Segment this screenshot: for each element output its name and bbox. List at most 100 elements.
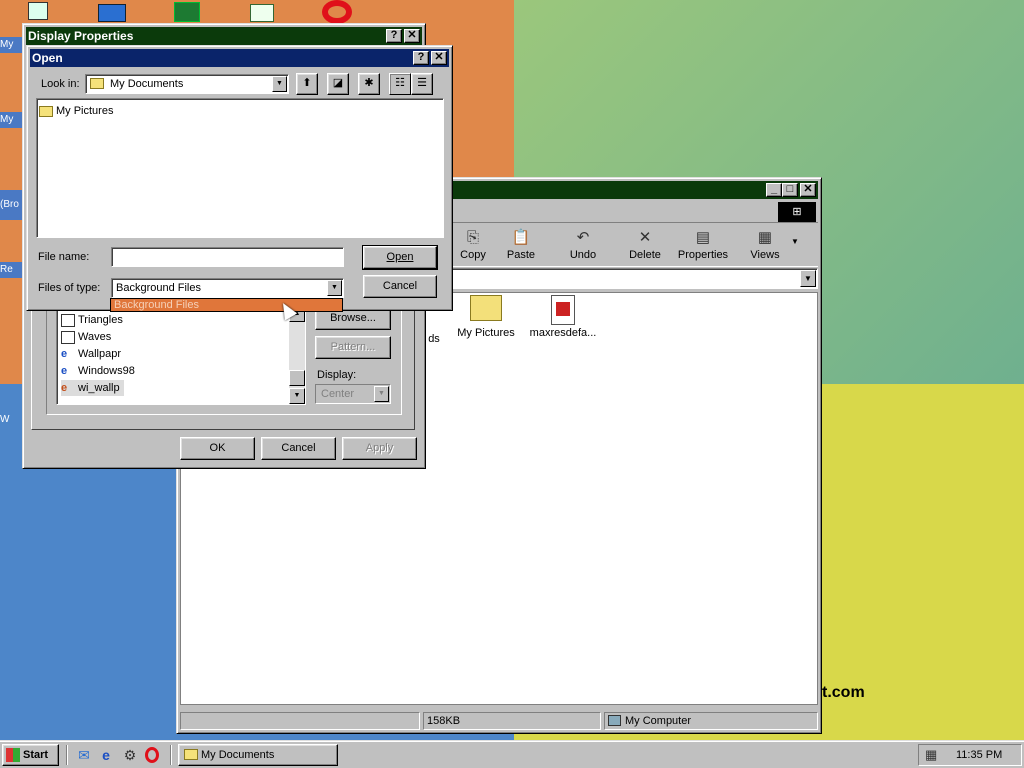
- wallpaper-list-item[interactable]: e Windows98: [61, 363, 135, 379]
- display-label: Display:: [317, 369, 357, 381]
- windows-logo-icon: ⊞: [778, 202, 816, 222]
- undo-label: Undo: [569, 249, 597, 261]
- paste-icon: 📋: [511, 229, 531, 246]
- desktop-icon-2[interactable]: (Bro: [0, 190, 22, 220]
- task-my-documents[interactable]: My Documents: [178, 744, 338, 766]
- wallpaper-label: Windows98: [78, 365, 135, 377]
- views-button[interactable]: ▦ Views: [739, 225, 791, 263]
- excel-desktop-icon[interactable]: [174, 2, 200, 22]
- start-button[interactable]: Start: [2, 744, 59, 766]
- windows-logo-icon: [6, 748, 20, 762]
- files-of-type-dropdown-arrow-icon[interactable]: ▼: [327, 280, 342, 296]
- minimize-button[interactable]: _: [766, 183, 782, 197]
- views-dropdown-arrow-icon[interactable]: ▼: [791, 237, 799, 246]
- outlook-quicklaunch-icon[interactable]: ✉: [76, 747, 92, 763]
- system-tray: ▦ 11:35 PM: [918, 744, 1022, 766]
- wallpaper-list-item-selected[interactable]: e wi_wallp: [61, 380, 124, 396]
- look-in-select[interactable]: My Documents ▼: [85, 74, 289, 94]
- wallpaper-list-item[interactable]: Waves: [61, 329, 111, 345]
- desktop-icon-0[interactable]: My: [0, 37, 22, 53]
- pattern-button[interactable]: Pattern...: [315, 336, 391, 359]
- up-folder-icon: ⬆: [302, 77, 312, 89]
- channels-icon[interactable]: ⚙: [122, 747, 138, 763]
- file-list[interactable]: My Pictures: [36, 98, 444, 238]
- opera-desktop-icon[interactable]: [322, 0, 352, 24]
- wallpaper-list[interactable]: Triangles Waves e Wallpapr e Windows98 e wi…: [56, 305, 306, 405]
- address-dropdown-arrow-icon[interactable]: ▼: [800, 270, 816, 287]
- file-item[interactable]: My Pictures: [451, 295, 521, 339]
- copy-button[interactable]: ⎘ Copy: [447, 225, 499, 263]
- new-folder-button[interactable]: ✱: [358, 73, 380, 95]
- desktop-icon-label: My D: [0, 114, 14, 125]
- desktop-icon-label: W: [0, 414, 10, 425]
- look-in-dropdown-arrow-icon[interactable]: ▼: [272, 76, 287, 92]
- explorer-toolbar: ⎘ Copy 📋 Paste ↶ Undo ✕ Delete ▤ Properties ▦…: [447, 225, 817, 265]
- open-dialog-title-bar[interactable]: Open ? ✕: [30, 49, 449, 67]
- task-label: My Documents: [201, 749, 275, 761]
- open-button[interactable]: Open: [362, 245, 438, 270]
- close-button[interactable]: ✕: [404, 29, 420, 43]
- folder-icon: [470, 295, 502, 321]
- files-of-type-select[interactable]: Background Files ▼: [111, 278, 344, 298]
- desktop-top-icons: [0, 0, 400, 24]
- open-dialog-title: Open: [32, 51, 63, 65]
- display-select[interactable]: Center ▼: [315, 384, 391, 404]
- desktop-button[interactable]: ◪: [327, 73, 349, 95]
- file-item[interactable]: maxresdefa...: [523, 295, 603, 339]
- display-dropdown-arrow-icon[interactable]: ▼: [374, 386, 389, 402]
- desktop-icon-label: (Bro: [0, 199, 19, 210]
- scroll-thumb[interactable]: [289, 370, 305, 386]
- apply-label: Apply: [365, 442, 394, 454]
- maximize-button[interactable]: □: [782, 183, 798, 197]
- list-scrollbar[interactable]: ▲ ▼: [289, 306, 305, 404]
- task-scheduler-icon[interactable]: ▦: [925, 747, 941, 763]
- wallpaper-label: Waves: [78, 331, 112, 343]
- properties-label: Properties: [677, 249, 729, 261]
- paste-button[interactable]: 📋 Paste: [495, 225, 547, 263]
- computer-icon: [608, 715, 621, 726]
- delete-button[interactable]: ✕ Delete: [619, 225, 671, 263]
- desktop-icon-3[interactable]: Re: [0, 262, 22, 278]
- clock[interactable]: 11:35 PM: [956, 749, 1002, 761]
- internet-explorer-icon[interactable]: e: [98, 747, 114, 763]
- files-of-type-dropdown-option[interactable]: Background Files: [110, 298, 343, 312]
- status-size-text: 158KB: [427, 715, 461, 727]
- details-view-button[interactable]: ☰: [411, 73, 433, 95]
- properties-button[interactable]: ▤ Properties: [673, 225, 733, 263]
- open-label: Open: [386, 251, 414, 263]
- display-properties-title-bar[interactable]: Display Properties ? ✕: [26, 27, 422, 45]
- scheduler-desktop-icon[interactable]: [250, 4, 274, 22]
- wallpaper-list-item[interactable]: e Wallpapr: [61, 346, 121, 362]
- cancel-label: Cancel: [382, 280, 418, 292]
- desktop-icon-4[interactable]: W: [0, 412, 22, 428]
- help-button[interactable]: ?: [386, 29, 402, 43]
- pattern-label: Pattern...: [330, 341, 376, 353]
- wallpaper-list-item[interactable]: Triangles: [61, 312, 123, 328]
- status-pane-size: 158KB: [423, 712, 601, 730]
- desktop-icon-1[interactable]: My D: [0, 112, 22, 128]
- folder-icon: [184, 749, 198, 760]
- up-one-level-button[interactable]: ⬆: [296, 73, 318, 95]
- apply-button[interactable]: Apply: [342, 437, 417, 460]
- close-button[interactable]: ✕: [431, 51, 447, 65]
- my-computer-desktop-icon[interactable]: [28, 2, 48, 20]
- new-folder-icon: ✱: [364, 77, 374, 89]
- open-dialog: Open ? ✕ Look in: My Documents ▼ ⬆ ◪ ✱ ☷…: [26, 45, 453, 311]
- scroll-down-button[interactable]: ▼: [289, 388, 305, 404]
- ok-button[interactable]: OK: [180, 437, 255, 460]
- opera-quicklaunch-icon[interactable]: [145, 747, 159, 763]
- undo-button[interactable]: ↶ Undo: [557, 225, 609, 263]
- help-button[interactable]: ?: [413, 51, 429, 65]
- outlook-desktop-icon[interactable]: [98, 4, 126, 22]
- delete-label: Delete: [629, 249, 661, 261]
- copy-label: Copy: [460, 249, 486, 261]
- copy-icon: ⎘: [466, 229, 479, 246]
- cancel-button[interactable]: Cancel: [363, 275, 437, 298]
- wallpaper-file-icon: [61, 330, 75, 344]
- file-name-input[interactable]: [111, 247, 344, 267]
- status-pane-left: [180, 712, 420, 730]
- cancel-button[interactable]: Cancel: [261, 437, 336, 460]
- list-view-button[interactable]: ☷: [389, 73, 411, 95]
- close-button[interactable]: ✕: [800, 183, 816, 197]
- file-list-item[interactable]: My Pictures: [39, 103, 113, 119]
